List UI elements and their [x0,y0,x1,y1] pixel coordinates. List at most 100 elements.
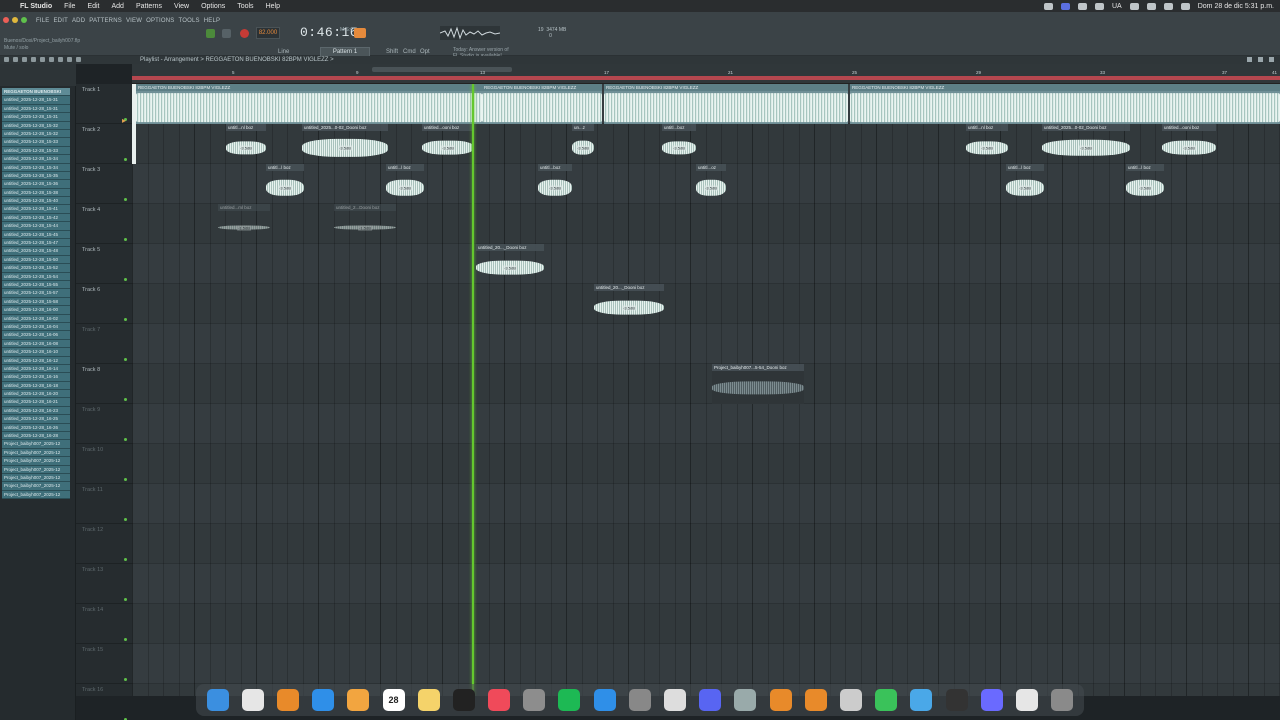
tempo-field[interactable]: 82.000 [256,27,280,39]
select-tool-icon[interactable] [58,57,63,62]
fl-menu-tools[interactable]: TOOLS [179,18,200,24]
browser-item[interactable]: untitled_2025-12-28_15-31 [2,113,70,122]
browser-item[interactable]: untitled_2025-12-28_15-32 [2,129,70,139]
browser-item[interactable]: untitled_2025-12-28_16-18 [2,381,70,391]
zoom-tool-icon[interactable] [67,57,72,62]
minimize-icon[interactable] [1247,57,1252,62]
audio-clip[interactable]: untitl...nl boz -3.5dB [226,124,266,164]
track-mute-led[interactable] [124,198,127,201]
browser-item[interactable]: untitled_2025-12-28_16-16 [2,373,70,382]
playlist-arrangement[interactable]: REGGAETON BUENOBSKI 82BPM VIGLEZZ REGGAET… [132,84,1280,696]
playhead[interactable] [472,84,474,696]
cmd-button[interactable]: Cmd [403,49,416,55]
menu-patterns[interactable]: Patterns [130,3,168,10]
browser-item[interactable]: untitled_2025-12-28_15-31 [2,104,70,114]
wifi-icon[interactable] [1146,2,1156,10]
track-mute-led[interactable] [124,478,127,481]
fl-menu-edit[interactable]: EDIT [53,18,67,24]
menu-options[interactable]: Options [195,3,231,10]
dock-vpn-icon[interactable] [980,689,1003,711]
browser-item[interactable]: untitled_2025-12-28_15-52 [2,264,70,273]
audio-clip[interactable]: Project_baibyh007...5-54_Dooni boz [712,364,804,404]
audio-clip[interactable]: REGGAETON BUENOBSKI 82BPM VIGLEZZ [136,84,482,124]
audio-clip[interactable]: untitl...l boz -3.5dB [266,164,304,204]
browser-item[interactable]: untitled_2025-12-28_16-26 [2,423,70,433]
audio-clip[interactable]: untitl...oz -3.5dB [696,164,726,204]
browser-item[interactable]: untitled_2025-12-28_15-45 [2,230,70,240]
browser-item[interactable]: untitled_2025-12-28_15-54 [2,272,70,281]
browser-item[interactable]: Project_baibyh007_2025-12 [2,448,70,458]
audio-clip[interactable]: untitled_2025...0-02_Dooni boz -3.5dB [1042,124,1130,164]
track-mute-led[interactable] [124,358,127,361]
cloud-icon[interactable] [1095,2,1104,10]
audio-clip[interactable]: untitled_20..._Dooni boz -3.5dB [476,244,544,284]
audio-clip[interactable]: un...z -3.5dB [572,124,594,164]
track-mute-led[interactable] [124,558,127,561]
dock-calendar-icon[interactable]: 28 [382,689,405,711]
browser-item[interactable]: untitled_2025-12-28_16-04 [2,322,70,332]
browser-item[interactable]: Project_baibyh007_2025-12 [2,457,70,466]
fl-menu-file[interactable]: FILE [36,18,49,24]
delete-tool-icon[interactable] [22,57,27,62]
browser-item[interactable]: untitled_2025-12-28_16-00 [2,306,70,315]
dock-chrome-icon[interactable] [1015,689,1038,711]
browser-item[interactable]: untitled_2025-12-28_15-33 [2,146,70,156]
track-header[interactable]: Track 16 [76,684,132,720]
track-mute-led[interactable] [124,278,127,281]
audio-clip[interactable]: untitl...nl boz -3.5dB [966,124,1008,164]
browser-item[interactable]: untitled_2025-12-28_15-35 [2,171,70,181]
audio-clip[interactable]: untitled...ooni boz -3.5dB [422,124,474,164]
fl-menu-view[interactable]: VIEW [126,18,142,24]
zoom-window-button[interactable] [21,17,27,23]
track-header[interactable]: Track 13 [76,564,132,604]
stop-button[interactable] [222,29,231,38]
browser-item[interactable]: Project_baibyh007_2025-12 [2,440,70,449]
audio-clip[interactable]: untitled_2025...0-02_Dooni boz -3.5dB [302,124,388,164]
fl-menu-add[interactable]: ADD [72,18,85,24]
menu-file[interactable]: File [58,3,81,10]
browser-item[interactable]: Project_baibyh007_2025-12 [2,482,70,491]
fl-menu-help[interactable]: HELP [204,18,220,24]
dock-spotify-icon[interactable] [558,689,581,711]
slice-tool-icon[interactable] [49,57,54,62]
track-header[interactable]: Track 11 [76,484,132,524]
menubar-clock[interactable]: Dom 28 de dic 5:31 p.m. [1198,3,1274,10]
control-center-icon[interactable] [1180,2,1190,10]
dock-tv-icon[interactable] [452,689,475,711]
audio-clip[interactable]: untitl...l boz -3.5dB [1006,164,1044,204]
track-header[interactable]: Track 6 [76,284,132,324]
track-header[interactable]: Track 7 [76,324,132,364]
playback-tool-icon[interactable] [76,57,81,62]
browser-item[interactable]: untitled_2025-12-28_15-57 [2,289,70,298]
browser-item[interactable]: untitled_2025-12-28_15-40 [2,197,70,206]
browser-item[interactable]: untitled_2025-12-28_16-23 [2,406,70,416]
browser-item[interactable]: untitled_2025-12-28_16-14 [2,364,70,374]
browser-item[interactable]: untitled_2025-12-28_15-36 [2,180,70,189]
track-mute-led[interactable] [124,158,127,161]
track-header[interactable]: Track 5 [76,244,132,284]
track-mute-led[interactable] [124,518,127,521]
opt-button[interactable]: Opt [420,49,430,55]
audio-clip[interactable]: untitled...ooni boz -3.5dB [1162,124,1216,164]
dock-notes-icon[interactable] [417,689,440,711]
menu-edit[interactable]: Edit [81,3,105,10]
dock-trash-icon[interactable] [1051,689,1074,711]
audio-clip[interactable]: untitl...boz -3.5dB [662,124,696,164]
fl-menu-patterns[interactable]: PATTERNS [89,18,122,24]
browser-item[interactable]: untitled_2025-12-28_16-21 [2,398,70,407]
close-icon[interactable] [1269,57,1274,62]
mute-tool-icon[interactable] [31,57,36,62]
browser-item[interactable]: untitled_2025-12-28_15-34 [2,155,70,164]
dock-fl-studio-icon[interactable] [769,689,792,711]
dock-photos-icon[interactable] [347,689,370,711]
minimize-window-button[interactable] [12,17,18,23]
browser-item[interactable]: untitled_2025-12-28_16-25 [2,415,70,424]
audio-clip[interactable]: REGGAETON BUENOBSKI 82BPM VIGLEZZ [604,84,848,124]
browser-item[interactable]: untitled_2025-12-28_16-08 [2,339,70,349]
browser-item[interactable]: untitled_2025-12-28_15-38 [2,188,70,198]
track-header[interactable]: Track 8 [76,364,132,404]
audio-clip[interactable]: untitl...boz -3.5dB [538,164,572,204]
audio-clip[interactable]: untitled...ml boz -1.5dB [218,204,270,244]
browser-item[interactable]: untitled_2025-12-28_16-02 [2,314,70,323]
browser-item[interactable]: untitled_2025-12-28_15-47 [2,239,70,248]
